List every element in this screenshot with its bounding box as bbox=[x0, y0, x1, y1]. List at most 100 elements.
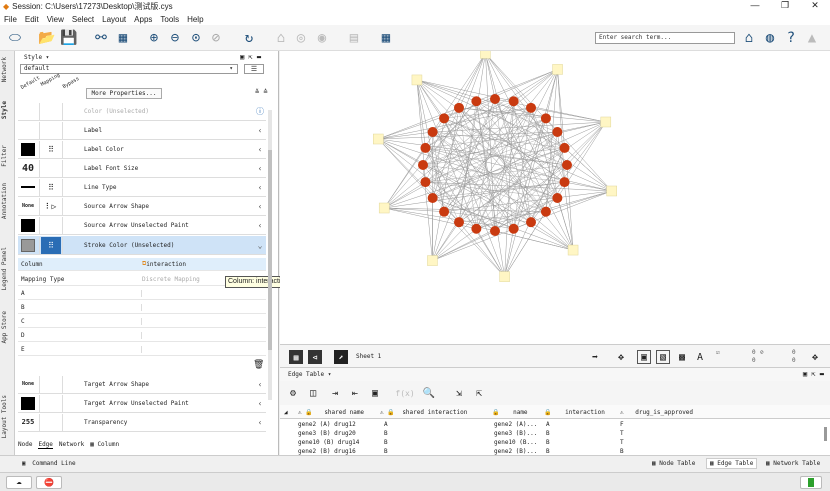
tab-legend-panel[interactable]: Legend Panel bbox=[1, 247, 8, 290]
mapping-cell[interactable]: ⠿ bbox=[41, 179, 61, 196]
default-cell[interactable]: 40 bbox=[18, 160, 38, 177]
search-icon[interactable]: 🔍 bbox=[422, 386, 436, 400]
mapping-key-row[interactable]: C bbox=[18, 315, 266, 328]
tab-node[interactable]: Node bbox=[18, 441, 32, 449]
gene-node[interactable] bbox=[606, 185, 617, 197]
menu-help[interactable]: Help bbox=[183, 15, 207, 24]
table-row[interactable]: gene2 (A) drug12 A gene2 (A)... A F bbox=[280, 421, 820, 430]
edge[interactable] bbox=[432, 98, 496, 261]
edge-table-title[interactable]: Edge Table ▾ bbox=[288, 371, 331, 378]
minimize-button[interactable]: — bbox=[740, 0, 770, 11]
drug-node[interactable] bbox=[508, 96, 519, 107]
menu-edit[interactable]: Edit bbox=[21, 15, 43, 24]
select-from-network-icon[interactable]: ⇥ bbox=[328, 386, 342, 400]
drug-node[interactable] bbox=[559, 142, 570, 153]
chevron-left-icon[interactable]: ‹ bbox=[254, 183, 266, 192]
zoom-out-icon[interactable]: ⊖ bbox=[166, 29, 184, 47]
hide-icon[interactable]: ◎ bbox=[292, 29, 310, 47]
mapping-type-value[interactable]: Discrete Mapping bbox=[142, 276, 200, 283]
edge[interactable] bbox=[566, 121, 606, 166]
home-network-icon[interactable]: ⌂ bbox=[272, 29, 290, 47]
mapping-cell[interactable]: ⠿ bbox=[41, 141, 61, 158]
help-icon[interactable]: ? bbox=[782, 29, 800, 47]
mapping-cell[interactable] bbox=[41, 217, 61, 234]
gear-icon[interactable]: ⚙ bbox=[286, 386, 300, 400]
column-header-name[interactable]: 🔒 name bbox=[492, 409, 528, 416]
info-icon[interactable]: ⓘ bbox=[254, 106, 266, 117]
new-session-icon[interactable]: ⬭ bbox=[6, 29, 24, 47]
export-icon[interactable]: ➡ bbox=[588, 350, 602, 364]
prop-row-color[interactable]: Color (Unselected) ⓘ bbox=[18, 102, 266, 121]
sheet-label[interactable]: Sheet 1 bbox=[356, 353, 381, 360]
default-cell[interactable] bbox=[18, 103, 38, 120]
menu-apps[interactable]: Apps bbox=[130, 15, 156, 24]
style-menu-button[interactable]: ☰ bbox=[244, 64, 264, 74]
table-scrollbar[interactable] bbox=[824, 427, 827, 441]
network-graph[interactable] bbox=[280, 48, 830, 344]
default-cell[interactable] bbox=[18, 141, 38, 158]
drug-node[interactable] bbox=[526, 217, 536, 228]
more-properties-button[interactable]: More Properties... bbox=[86, 88, 162, 99]
stop-icon[interactable]: ⛔ bbox=[36, 476, 62, 489]
link-table-icon[interactable]: ▣ bbox=[368, 386, 382, 400]
default-cell[interactable]: 255 bbox=[18, 414, 38, 431]
prop-row-label[interactable]: Label ‹ bbox=[18, 121, 266, 140]
network-view[interactable] bbox=[280, 48, 830, 344]
close-button[interactable]: ✕ bbox=[800, 0, 830, 11]
zoom-fit-icon[interactable]: ⊙ bbox=[187, 29, 205, 47]
mapping-column-row[interactable]: Column ⧉ interaction bbox=[18, 258, 266, 271]
save-icon[interactable]: 💾 bbox=[60, 29, 78, 47]
column-header-shared-interaction[interactable]: ⚠ 🔒 shared interaction bbox=[380, 409, 467, 416]
gene-node[interactable] bbox=[373, 133, 384, 145]
mapping-key-row[interactable]: E bbox=[18, 343, 266, 356]
mapping-key-row[interactable]: B bbox=[18, 301, 266, 314]
function-icon[interactable]: f(x) bbox=[395, 386, 414, 400]
drug-node[interactable] bbox=[552, 193, 563, 203]
network-table-tab[interactable]: ▦ Network Table bbox=[766, 460, 820, 467]
edge[interactable] bbox=[422, 147, 565, 166]
checkbox-icon[interactable]: ☑ bbox=[716, 349, 720, 356]
drug-node[interactable] bbox=[427, 193, 438, 203]
table-row[interactable]: gene3 (B) drug20 B gene3 (B)... B T bbox=[280, 430, 820, 439]
tab-edge[interactable]: Edge bbox=[38, 441, 53, 449]
drug-node[interactable] bbox=[454, 102, 464, 113]
select-edges-icon[interactable]: ▧ bbox=[656, 350, 670, 364]
prop-row-label-color[interactable]: ⠿ Label Color ‹ bbox=[18, 140, 266, 159]
tab-network[interactable]: Network bbox=[1, 57, 8, 82]
gene-node[interactable] bbox=[427, 255, 438, 266]
prop-row-source-arrow[interactable]: None ⠇▷ Source Arrow Shape ‹ bbox=[18, 197, 266, 216]
drug-node[interactable] bbox=[427, 127, 438, 137]
node-table-tab[interactable]: ▦ Node Table bbox=[652, 460, 695, 467]
mapping-cell[interactable]: ⠇▷ bbox=[41, 198, 61, 215]
drug-node[interactable] bbox=[562, 160, 572, 170]
drug-node[interactable] bbox=[439, 113, 450, 124]
column-header-shared-name[interactable]: ⚠ 🔒 shared name bbox=[298, 409, 364, 416]
edge[interactable] bbox=[564, 147, 612, 192]
chevron-left-icon[interactable]: ‹ bbox=[254, 164, 266, 173]
export-image-icon[interactable]: ▤ bbox=[345, 29, 363, 47]
drug-node[interactable] bbox=[471, 223, 482, 234]
chevron-left-icon[interactable]: ‹ bbox=[254, 399, 266, 408]
import-table-icon[interactable]: ⇲ bbox=[452, 386, 466, 400]
open-folder-icon[interactable]: 📂 bbox=[38, 29, 56, 47]
navigate-icon[interactable]: ✥ bbox=[808, 350, 822, 364]
drug-node[interactable] bbox=[552, 127, 563, 137]
drug-node[interactable] bbox=[526, 102, 536, 113]
default-cell[interactable] bbox=[18, 122, 38, 139]
tab-filter[interactable]: Filter bbox=[1, 145, 8, 167]
edge[interactable] bbox=[384, 181, 426, 209]
table-icon[interactable]: ▦ bbox=[377, 29, 395, 47]
import-table-icon[interactable]: ▦ bbox=[114, 29, 132, 47]
chevron-left-icon[interactable]: ‹ bbox=[254, 221, 266, 230]
mapping-cell[interactable] bbox=[41, 395, 61, 412]
drug-node[interactable] bbox=[508, 223, 519, 234]
drug-node[interactable] bbox=[540, 206, 551, 217]
tab-style[interactable]: Style bbox=[1, 101, 8, 119]
chevron-left-icon[interactable]: ‹ bbox=[254, 418, 266, 427]
column-value[interactable]: interaction bbox=[146, 261, 186, 268]
prop-row-source-paint[interactable]: Source Arrow Unselected Paint ‹ bbox=[18, 216, 266, 235]
gene-node[interactable] bbox=[567, 244, 579, 256]
grid-view-icon[interactable]: ▦ bbox=[289, 350, 303, 364]
default-cell[interactable] bbox=[18, 237, 38, 254]
move-icon[interactable]: ✥ bbox=[614, 350, 628, 364]
